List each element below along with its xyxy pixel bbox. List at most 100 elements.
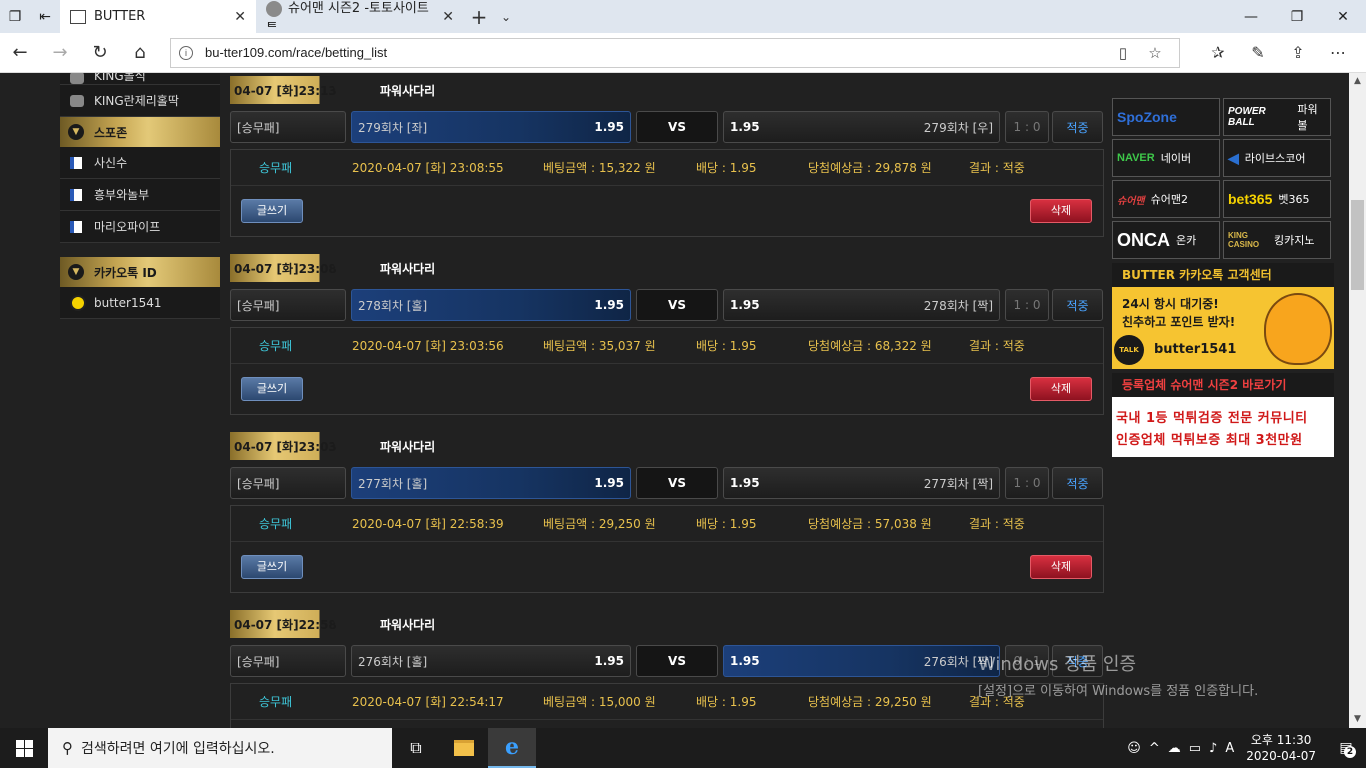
partner-king-casino[interactable]: KING CASINO 킹카지노 bbox=[1223, 221, 1331, 259]
detail-type: 승무패 bbox=[259, 517, 293, 531]
windows-activation-watermark: Windows 정품 인증 [설정]으로 이동하여 Windows를 정품 인증… bbox=[978, 650, 1258, 699]
away-pick[interactable]: 1.95 276회차 [짝] bbox=[723, 645, 1000, 677]
home-pick[interactable]: 276회차 [홀] 1.95 bbox=[351, 645, 631, 677]
away-pick[interactable]: 1.95 277회차 [짝] bbox=[723, 467, 1000, 499]
notification-count: 2 bbox=[1344, 746, 1356, 758]
kakao-banner-line2: 친추하고 포인트 받자! bbox=[1122, 315, 1236, 329]
network-icon[interactable]: ▭ bbox=[1189, 741, 1201, 756]
sidebar-item-king-lingerie[interactable]: KING란제리홀딱 bbox=[60, 85, 220, 117]
taskbar-search-input[interactable]: ⚲ 검색하려면 여기에 입력하십시오. bbox=[48, 728, 392, 768]
action-center-icon[interactable]: ▤2 bbox=[1326, 740, 1366, 758]
away-label: 279회차 [우] bbox=[923, 120, 993, 135]
close-tab-icon[interactable]: ✕ bbox=[234, 9, 246, 25]
bet-date-tag: 04-07 [화]23:03 bbox=[230, 432, 342, 460]
favorites-list-icon[interactable]: ✰ bbox=[1198, 43, 1238, 62]
vs-label: VS bbox=[636, 111, 718, 143]
sidebar-item-heungbu[interactable]: 흥부와놀부 bbox=[60, 179, 220, 211]
file-explorer-icon[interactable] bbox=[440, 728, 488, 768]
partner-livescore[interactable]: ◀ 라이브스코어 bbox=[1223, 139, 1331, 177]
delete-button[interactable]: 삭제 bbox=[1030, 377, 1092, 401]
more-menu-icon[interactable]: ⋯ bbox=[1318, 43, 1358, 62]
kakao-support-banner[interactable]: BUTTER 카카오톡 고객센터 24시 항시 대기중! 친추하고 포인트 받자… bbox=[1112, 263, 1334, 369]
sidebar-header-sports[interactable]: ▼ 스포존 bbox=[60, 117, 220, 147]
partner-spozone[interactable]: SpoZone bbox=[1112, 98, 1220, 136]
restore-icon[interactable]: ❐ bbox=[1274, 9, 1320, 25]
sidebar-item-king-ball[interactable]: KING볼식 bbox=[60, 73, 220, 85]
people-icon[interactable]: ☺ bbox=[1127, 741, 1141, 756]
partner-onca[interactable]: ONCA 온카 bbox=[1112, 221, 1220, 259]
close-tab-icon[interactable]: ✕ bbox=[442, 9, 454, 25]
scroll-down-icon[interactable]: ▼ bbox=[1349, 711, 1366, 728]
tab-title: 슈어맨 시즌2 -토토사이트 ᄐ bbox=[266, 1, 429, 36]
minimize-icon[interactable]: — bbox=[1228, 9, 1274, 25]
home-pick[interactable]: 279회차 [좌] 1.95 bbox=[351, 111, 631, 143]
system-clock[interactable]: 오후 11:30 2020-04-07 bbox=[1246, 732, 1316, 764]
scroll-thumb[interactable] bbox=[1351, 200, 1364, 290]
sidebar-item-label: 마리오파이프 bbox=[94, 220, 161, 234]
share-icon[interactable]: ⇪ bbox=[1278, 43, 1318, 62]
favorite-star-icon[interactable]: ☆ bbox=[1139, 44, 1171, 62]
bet-datetime: 2020-04-07 [화] 22:58:39 bbox=[352, 517, 504, 531]
king-icon bbox=[70, 94, 84, 107]
sidebar-item-label: 흥부와놀부 bbox=[94, 188, 150, 202]
scroll-up-icon[interactable]: ▲ bbox=[1349, 73, 1366, 90]
sidebar-kakao-id: butter1541 bbox=[60, 287, 220, 319]
home-pick[interactable]: 277회차 [홀] 1.95 bbox=[351, 467, 631, 499]
set-aside-tabs-icon[interactable]: ⇤ bbox=[30, 0, 60, 33]
task-view-icon[interactable]: ⧉ bbox=[392, 728, 440, 768]
url-text[interactable]: bu-tter109.com/race/betting_list bbox=[205, 45, 1107, 60]
url-field[interactable]: i bu-tter109.com/race/betting_list ▯ ☆ bbox=[170, 37, 1180, 68]
bet-detail: 승무패 2020-04-07 [화] 23:03:56 베팅금액 : 35,03… bbox=[230, 327, 1104, 415]
show-hidden-icons-chevron-icon[interactable]: ^ bbox=[1149, 741, 1160, 756]
write-button[interactable]: 글쓰기 bbox=[241, 199, 303, 223]
home-odds: 1.95 bbox=[594, 120, 624, 134]
page-scrollbar[interactable]: ▲ ▼ bbox=[1349, 73, 1366, 728]
home-pick[interactable]: 278회차 [홀] 1.95 bbox=[351, 289, 631, 321]
onedrive-cloud-icon[interactable]: ☁ bbox=[1168, 741, 1181, 756]
sidebar-item-sasinsu[interactable]: 사신수 bbox=[60, 147, 220, 179]
away-pick[interactable]: 1.95 278회차 [짝] bbox=[723, 289, 1000, 321]
bet-datetime: 2020-04-07 [화] 22:54:17 bbox=[352, 695, 504, 709]
bet-entry: 04-07 [화]23:08 파워사다리 [승무패] 278회차 [홀] 1.9… bbox=[230, 253, 1104, 415]
sureman-banner-line2: 인증업체 먹튀보증 최대 3천만원 bbox=[1116, 433, 1303, 448]
bet-outcome: 결과 : 적중 bbox=[969, 339, 1025, 353]
away-odds: 1.95 bbox=[730, 120, 760, 134]
forward-icon[interactable]: → bbox=[40, 42, 80, 63]
partner-naver[interactable]: NAVER 네이버 bbox=[1112, 139, 1220, 177]
partner-name: 킹카지노 bbox=[1274, 234, 1315, 247]
sidebar-item-mario-pipe[interactable]: 마리오파이프 bbox=[60, 211, 220, 243]
write-button[interactable]: 글쓰기 bbox=[241, 377, 303, 401]
partner-powerball[interactable]: POWER BALL 파워볼 bbox=[1223, 98, 1331, 136]
kakao-banner-line1: 24시 항시 대기중! bbox=[1122, 297, 1219, 311]
tab-preview-chevron-icon[interactable]: ⌄ bbox=[494, 10, 518, 24]
away-pick[interactable]: 1.95 279회차 [우] bbox=[723, 111, 1000, 143]
edge-browser-icon[interactable]: e bbox=[488, 728, 536, 768]
partner-name: 벳365 bbox=[1278, 193, 1310, 206]
tab-butter[interactable]: BUTTER ✕ bbox=[60, 0, 256, 33]
bet-odds: 배당 : 1.95 bbox=[696, 161, 757, 175]
back-icon[interactable]: ← bbox=[0, 42, 40, 63]
home-icon[interactable]: ⌂ bbox=[120, 42, 160, 63]
delete-button[interactable]: 삭제 bbox=[1030, 199, 1092, 223]
write-button[interactable]: 글쓰기 bbox=[241, 555, 303, 579]
tab-actions-icon[interactable]: ❐ bbox=[0, 0, 30, 33]
web-notes-icon[interactable]: ✎ bbox=[1238, 43, 1278, 62]
sureman-banner[interactable]: 등록업체 슈어맨 시즌2 바로가기 국내 1등 먹튀검증 전문 커뮤니티 인증업… bbox=[1112, 373, 1334, 457]
tab-sureman[interactable]: 슈어맨 시즌2 -토토사이트 ᄐ ✕ bbox=[256, 0, 464, 36]
partner-bet365[interactable]: bet365 벳365 bbox=[1223, 180, 1331, 218]
bet-type: [승무패] bbox=[230, 467, 346, 499]
volume-icon[interactable]: ♪ bbox=[1209, 741, 1217, 756]
partner-sureman[interactable]: 슈어맨 슈어맨2 bbox=[1112, 180, 1220, 218]
detail-type: 승무패 bbox=[259, 695, 293, 709]
delete-button[interactable]: 삭제 bbox=[1030, 555, 1092, 579]
reading-view-icon[interactable]: ▯ bbox=[1107, 44, 1139, 62]
start-button[interactable] bbox=[0, 728, 48, 768]
close-window-icon[interactable]: ✕ bbox=[1320, 9, 1366, 25]
refresh-icon[interactable]: ↻ bbox=[80, 42, 120, 63]
king-icon bbox=[70, 73, 84, 84]
bet-outcome: 결과 : 적중 bbox=[969, 517, 1025, 531]
sidebar: KING볼식 KING란제리홀딱 ▼ 스포존 사신수 흥부와놀부 마리오파이프 … bbox=[60, 73, 220, 319]
site-info-icon[interactable]: i bbox=[179, 45, 193, 60]
new-tab-icon[interactable]: + bbox=[464, 5, 494, 29]
ime-icon[interactable]: A bbox=[1225, 741, 1234, 756]
